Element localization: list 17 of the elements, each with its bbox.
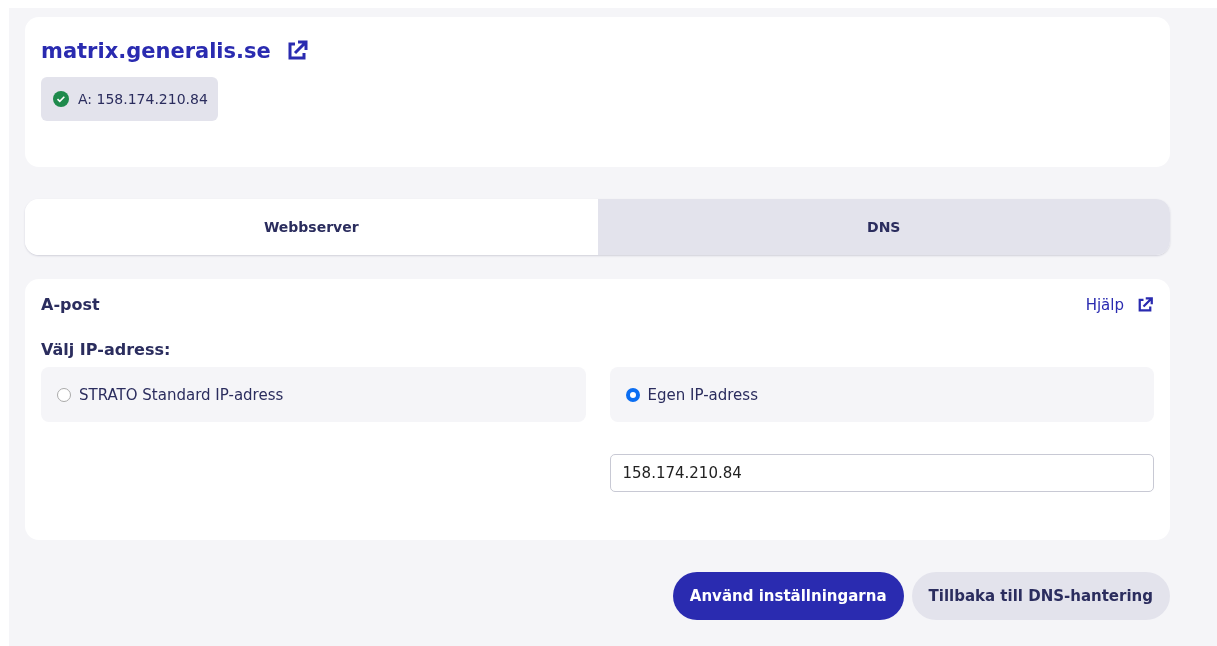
domain-link[interactable]: matrix.generalis.se	[41, 39, 271, 63]
radio-option[interactable]: Egen IP-adress	[609, 367, 1154, 422]
help-link[interactable]: Hjälp	[1085, 295, 1124, 314]
option-label: STRATO Standard IP-adress	[79, 385, 284, 404]
tab[interactable]: Webbserver	[25, 199, 598, 255]
external-link-icon[interactable]	[1136, 295, 1154, 314]
apply-button[interactable]: Använd inställningarna	[672, 572, 904, 620]
radio-button[interactable]	[57, 387, 71, 402]
back-button[interactable]: Tillbaka till DNS-hantering	[911, 572, 1170, 620]
radio-button[interactable]	[625, 387, 640, 402]
record-text: A: 158.174.210.84	[78, 91, 208, 107]
option-label: Egen IP-adress	[647, 385, 758, 404]
field-label: Välj IP-adress:	[41, 340, 172, 359]
tab[interactable]: DNS	[597, 199, 1170, 255]
section-title: A-post	[41, 295, 101, 314]
radio-option[interactable]: STRATO Standard IP-adress	[41, 367, 586, 422]
ip-input-field[interactable]: 158.174.210.84	[609, 454, 1154, 492]
